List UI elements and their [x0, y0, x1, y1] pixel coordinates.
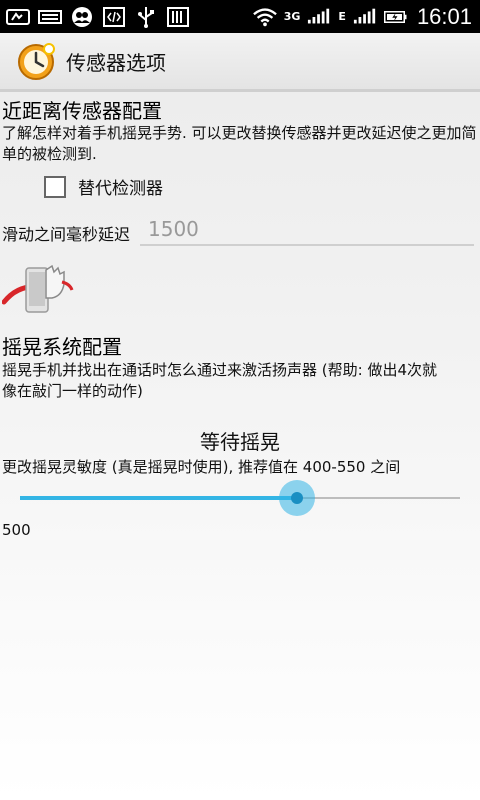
status-bar: 3G E 16:01	[0, 0, 480, 33]
delay-input[interactable]	[140, 214, 474, 246]
keyboard-icon	[38, 7, 62, 27]
slider-fill	[20, 496, 298, 500]
signal-icon	[307, 7, 331, 27]
battery-charging-icon	[383, 7, 408, 27]
alternate-detector-checkbox[interactable]	[44, 175, 66, 198]
alternate-detector-option[interactable]: 替代检测器	[44, 174, 163, 199]
shake-description: 摇晃手机并找出在通话时怎么通过来激活扬声器 (帮助: 做出4次就像在敲门一样的动…	[2, 361, 437, 400]
sensitivity-label: 更改摇晃灵敏度 (真是摇晃时使用), 推荐值在 400-550 之间	[2, 458, 401, 476]
signal-2-icon	[353, 7, 377, 27]
slider-thumb[interactable]	[291, 492, 304, 504]
status-system-icons: 3G E 16:01	[252, 0, 472, 33]
alarm-clock-icon[interactable]	[16, 41, 56, 81]
message-icon	[6, 7, 30, 27]
alternate-detector-label: 替代检测器	[78, 179, 163, 199]
wifi-icon	[252, 7, 277, 27]
action-bar: 传感器选项	[0, 33, 480, 92]
sensitivity-value: 500	[2, 521, 31, 539]
clock: 16:01	[416, 3, 472, 29]
usb-icon	[134, 6, 158, 28]
delay-label: 滑动之间毫秒延迟	[2, 225, 131, 244]
network-3g-label: 3G	[283, 10, 301, 23]
sensitivity-slider[interactable]	[20, 480, 460, 516]
network-e-label: E	[338, 10, 346, 23]
shake-status: 等待摇晃	[200, 430, 280, 454]
proximity-description: 了解怎样对着手机摇晃手势. 可以更改替换传感器并更改延迟使之更加简单的被检测到.	[2, 124, 477, 163]
barcode-icon	[166, 6, 190, 27]
contacts-icon	[70, 6, 94, 27]
code-icon	[102, 6, 126, 27]
proximity-section-title: 近距离传感器配置	[2, 99, 162, 123]
status-notification-icons	[0, 6, 190, 28]
shake-hand-image	[1, 262, 80, 320]
page-title: 传感器选项	[66, 50, 166, 75]
shake-section-title: 摇晃系统配置	[2, 335, 122, 359]
